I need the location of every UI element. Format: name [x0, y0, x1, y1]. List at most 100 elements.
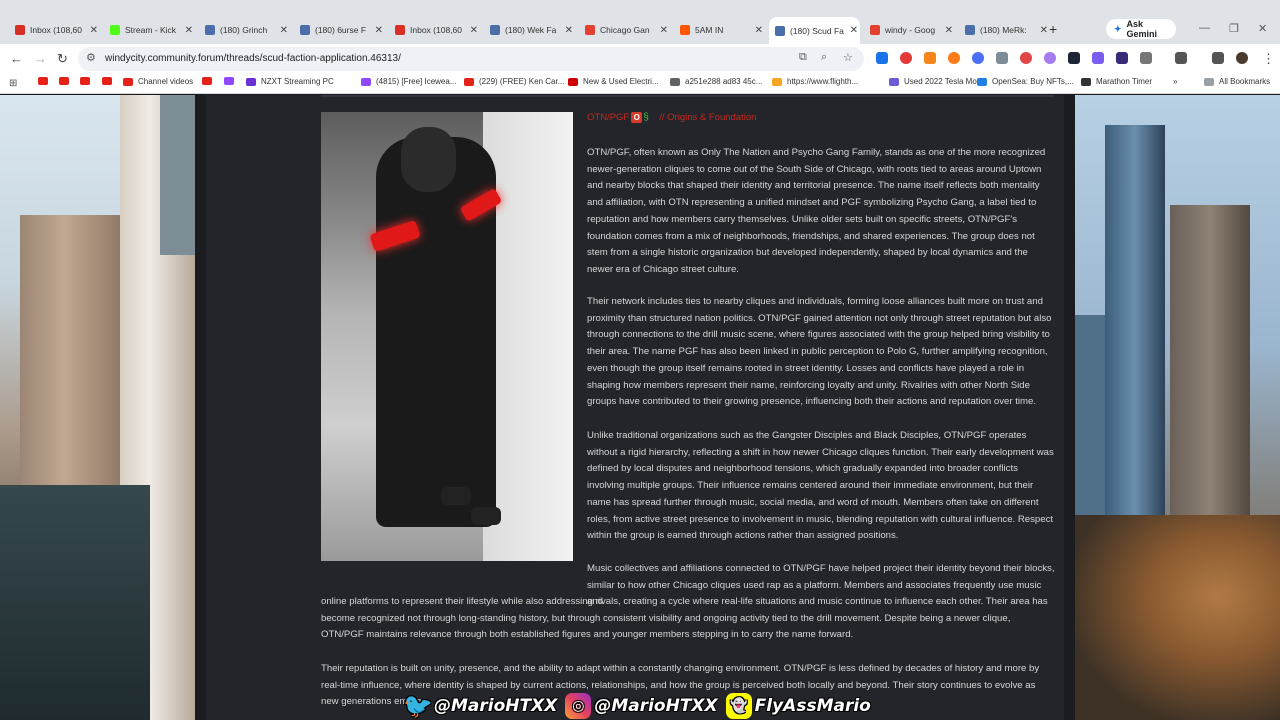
extension-icon[interactable]: [1068, 52, 1080, 64]
address-bar[interactable]: ⚙ windycity.community.forum/threads/scud…: [78, 47, 864, 71]
yt-icon: [102, 77, 112, 85]
close-tab-icon[interactable]: ✕: [90, 25, 98, 36]
background-city-right: [1075, 95, 1280, 720]
all-bookmarks-button[interactable]: All Bookmarks: [1204, 77, 1270, 86]
profile-avatar[interactable]: [1236, 52, 1248, 64]
bookmark-item[interactable]: https://www.flighth...: [772, 77, 858, 86]
install-app-icon[interactable]: ⧉: [799, 51, 807, 64]
bookmark-label: OpenSea: Buy NFTs,...: [992, 77, 1074, 86]
close-tab-icon[interactable]: ✕: [850, 25, 858, 36]
bookmark-item[interactable]: [38, 77, 53, 85]
tab-title: (180) MeRk:: [980, 25, 1027, 35]
post-image[interactable]: [321, 112, 573, 561]
yt-icon: [123, 77, 133, 86]
twitter-handle: @MarioHTXX: [434, 696, 558, 716]
bookmark-item[interactable]: [224, 77, 239, 85]
close-tab-icon[interactable]: ✕: [755, 25, 763, 36]
tab-8[interactable]: (180) Scud Fa ✕: [769, 17, 860, 44]
tab-0[interactable]: Inbox (108,60 ✕: [9, 19, 100, 41]
menu-dots-icon[interactable]: ⋮: [1262, 51, 1275, 67]
close-tab-icon[interactable]: ✕: [660, 25, 668, 36]
tab-title: (180) Wek Fa: [505, 25, 557, 35]
new-tab-button[interactable]: +: [1049, 21, 1057, 37]
close-tab-icon[interactable]: ✕: [375, 25, 383, 36]
bookmark-item[interactable]: [59, 77, 74, 85]
forum-icon: [775, 25, 785, 36]
tab-7[interactable]: 5AM IN ✕: [674, 19, 765, 41]
extension-icon[interactable]: [1116, 52, 1128, 64]
yt-icon: [80, 77, 90, 85]
tab-title: Inbox (108,60: [410, 25, 462, 35]
bookmark-item[interactable]: OpenSea: Buy NFTs,...: [977, 77, 1074, 86]
instagram-handle: @MarioHTXX: [594, 696, 718, 716]
post-paragraph: Their network includes ties to nearby cl…: [587, 296, 1052, 408]
ask-gemini-button[interactable]: ✦ Ask Gemini: [1106, 19, 1176, 39]
extension-icon[interactable]: [948, 52, 960, 64]
extension-icon[interactable]: [1020, 52, 1032, 64]
tab-2[interactable]: (180) Grinch ✕: [199, 19, 290, 41]
bookmark-label: Channel videos: [138, 77, 194, 86]
forum-icon: [965, 25, 975, 35]
tab-9[interactable]: windy - Goog ✕: [864, 19, 955, 41]
yt-icon: [202, 77, 212, 85]
bookmark-item[interactable]: Used 2022 Tesla Mo...: [889, 77, 983, 86]
bookmark-item[interactable]: New & Used Electri...: [568, 77, 659, 86]
metamask-icon[interactable]: [924, 52, 936, 64]
extension-icon[interactable]: [900, 52, 912, 64]
zoom-icon[interactable]: ⌕: [821, 51, 827, 64]
tab-title: (180) Scud Fa: [790, 25, 844, 36]
extension-icon[interactable]: [972, 52, 984, 64]
tab-title: (180) 6urse F: [315, 25, 367, 35]
bookmark-item[interactable]: [202, 77, 217, 85]
site-info-icon[interactable]: ⚙: [86, 51, 96, 64]
close-tab-icon[interactable]: ✕: [280, 25, 288, 36]
extension-icon[interactable]: [1092, 52, 1104, 64]
shield-icon[interactable]: [996, 52, 1008, 64]
twitter-icon: 🐦: [403, 692, 433, 720]
media-controls-icon[interactable]: [1212, 52, 1224, 64]
reload-icon[interactable]: ↻: [57, 51, 68, 67]
close-tab-icon[interactable]: ✕: [565, 25, 573, 36]
snapchat-handle: FlyAssMario: [754, 696, 871, 716]
tab-1[interactable]: Stream - Kick ✕: [104, 19, 195, 41]
close-tab-icon[interactable]: ✕: [185, 25, 193, 36]
tab-6[interactable]: Chicago Gan ✕: [579, 19, 670, 41]
all-bookmarks-label: All Bookmarks: [1219, 77, 1271, 86]
twitch-icon: [224, 77, 234, 85]
tab-4[interactable]: Inbox (108,60 ✕: [389, 19, 480, 41]
bookmark-item[interactable]: [102, 77, 117, 85]
tab-3[interactable]: (180) 6urse F ✕: [294, 19, 385, 41]
extension-icon[interactable]: [1044, 52, 1056, 64]
tab-10[interactable]: (180) MeRk: ✕: [959, 19, 1050, 41]
apps-grid-icon[interactable]: ⊞: [9, 78, 17, 89]
forward-icon[interactable]: →: [34, 51, 47, 66]
maximize-icon[interactable]: ❐: [1229, 22, 1239, 35]
extensions-puzzle-icon[interactable]: [1140, 52, 1152, 64]
bookmark-item[interactable]: Marathon Timer: [1081, 77, 1152, 86]
close-tab-icon[interactable]: ✕: [945, 25, 953, 36]
bookmark-item[interactable]: Channel videos: [123, 77, 193, 86]
bookmark-star-icon[interactable]: ☆: [843, 51, 853, 64]
bookmark-item[interactable]: a251e288 ad83 45c...: [670, 77, 762, 86]
minimize-icon[interactable]: —: [1199, 22, 1210, 34]
url-text[interactable]: windycity.community.forum/threads/scud-f…: [105, 53, 401, 64]
post-paragraph: Unlike traditional organizations such as…: [587, 430, 1054, 542]
close-tab-icon[interactable]: ✕: [470, 25, 478, 36]
heading-prefix: OTN/PGF: [587, 112, 630, 123]
bookmark-item[interactable]: (229) (FREE) Ken Car...: [464, 77, 564, 86]
back-icon[interactable]: ←: [10, 51, 23, 66]
side-panel-icon[interactable]: [1175, 52, 1187, 64]
gmail-icon: [395, 25, 405, 35]
bookmark-item[interactable]: [80, 77, 95, 85]
bookmark-item[interactable]: NZXT Streaming PC: [246, 77, 334, 86]
bookmarks-bar: ⊞ Channel videos NZXT Streaming PC (4815) …: [0, 74, 1280, 94]
tab-5[interactable]: (180) Wek Fa ✕: [484, 19, 575, 41]
more-bookmarks-button[interactable]: »: [1173, 77, 1177, 86]
extension-icon[interactable]: [876, 52, 888, 64]
close-tab-icon[interactable]: ✕: [1040, 25, 1048, 36]
close-window-icon[interactable]: ✕: [1258, 22, 1267, 35]
bookmark-label: https://www.flighth...: [787, 77, 859, 86]
tab-strip: Inbox (108,60 ✕ Stream - Kick ✕ (180) Grinch…: [0, 0, 1280, 44]
twitch-icon: [361, 77, 371, 86]
bookmark-item[interactable]: (4815) [Free] Icewea...: [361, 77, 456, 86]
